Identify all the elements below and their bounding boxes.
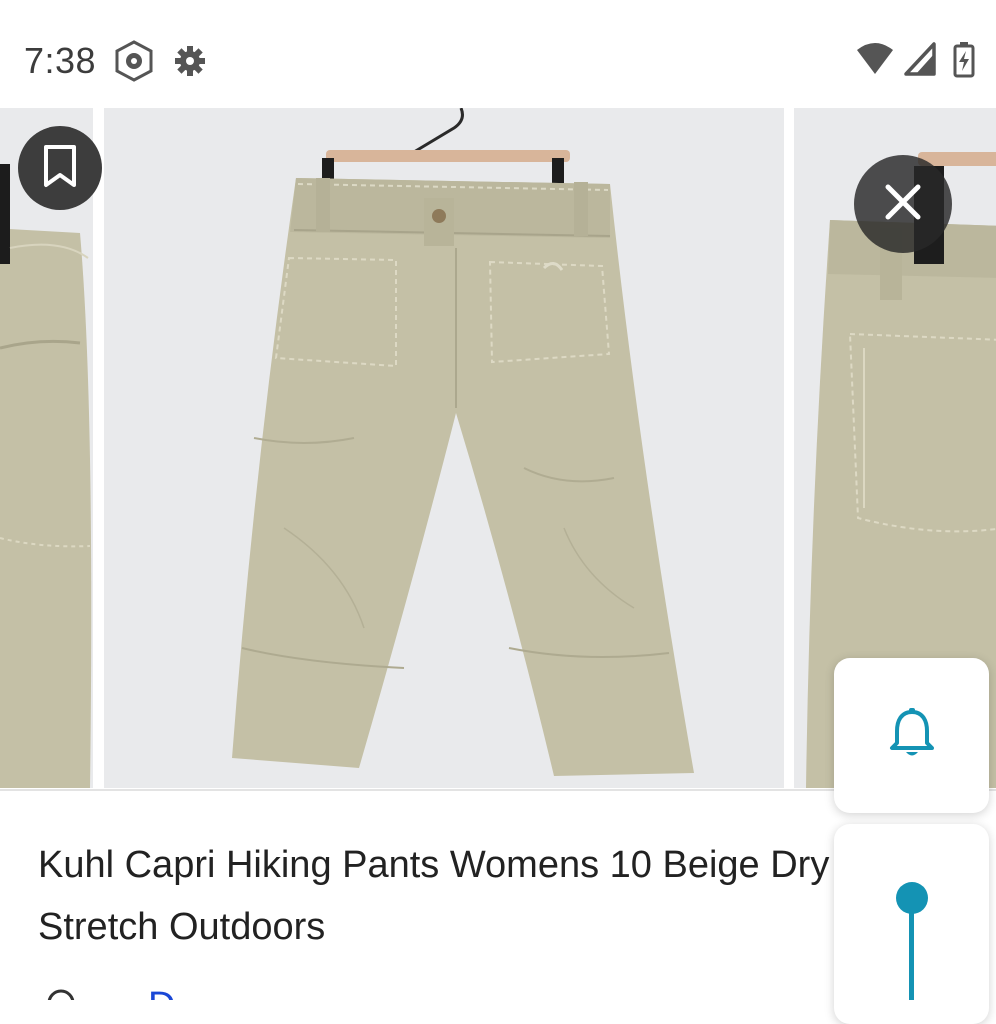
price-alert-button[interactable] — [834, 658, 989, 813]
gallery-image-previous[interactable] — [0, 108, 93, 788]
bookmark-icon — [40, 144, 80, 193]
battery-charging-icon — [953, 42, 975, 83]
pin-icon — [896, 882, 928, 1000]
pin-button[interactable] — [834, 824, 989, 1024]
shield-hex-icon — [113, 40, 155, 87]
bell-icon — [889, 707, 935, 764]
wifi-icon — [856, 42, 894, 81]
gallery-image-current[interactable] — [104, 108, 784, 788]
close-icon — [884, 183, 922, 226]
signal-icon — [904, 42, 936, 81]
gear-icon — [172, 40, 208, 87]
save-button[interactable] — [18, 126, 102, 210]
close-button[interactable] — [854, 155, 952, 253]
seller-link[interactable]: D — [148, 985, 175, 1000]
user-icon — [46, 987, 76, 1000]
status-time: 7:38 — [24, 40, 97, 81]
status-bar: 7:38 — [0, 0, 996, 108]
product-title: Kuhl Capri Hiking Pants Womens 10 Beige … — [38, 844, 830, 948]
